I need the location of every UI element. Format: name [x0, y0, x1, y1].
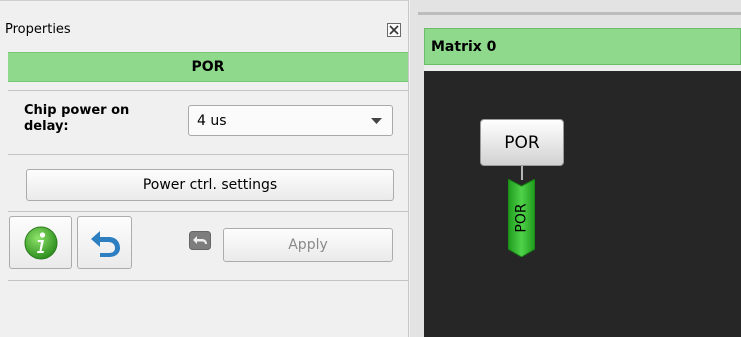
matrix-view: Matrix 0 POR POR	[410, 0, 741, 337]
chip-power-delay-label: Chip power on delay:	[24, 103, 130, 134]
matrix-canvas[interactable]: POR POR	[424, 71, 741, 337]
undo-button[interactable]	[77, 216, 132, 269]
apply-button[interactable]: Apply	[223, 228, 393, 262]
panel-top-border	[0, 0, 409, 1]
reset-icon[interactable]	[189, 231, 211, 250]
chevron-down-icon	[371, 118, 382, 124]
por-pin-label: POR	[508, 179, 535, 257]
section-header: POR	[8, 52, 408, 82]
por-block[interactable]: POR	[480, 119, 564, 166]
por-pin-text: POR	[513, 203, 530, 233]
close-icon	[389, 25, 399, 35]
matrix-title: Matrix 0	[424, 28, 741, 65]
divider	[8, 154, 408, 155]
close-panel-button[interactable]	[387, 23, 401, 37]
chip-power-delay-value: 4 us	[197, 113, 227, 129]
undo-icon	[90, 230, 120, 257]
info-button[interactable]	[9, 216, 72, 269]
power-ctrl-settings-button[interactable]: Power ctrl. settings	[26, 169, 394, 201]
divider	[8, 211, 408, 212]
divider	[8, 90, 408, 91]
panel-title: Properties	[5, 22, 71, 37]
divider	[8, 280, 408, 281]
info-icon	[24, 226, 57, 259]
properties-panel: Properties POR Chip power on delay: 4 us…	[0, 0, 409, 337]
matrix-top-border	[418, 12, 741, 15]
chip-power-delay-select[interactable]: 4 us	[188, 105, 393, 136]
por-connector	[521, 166, 523, 180]
